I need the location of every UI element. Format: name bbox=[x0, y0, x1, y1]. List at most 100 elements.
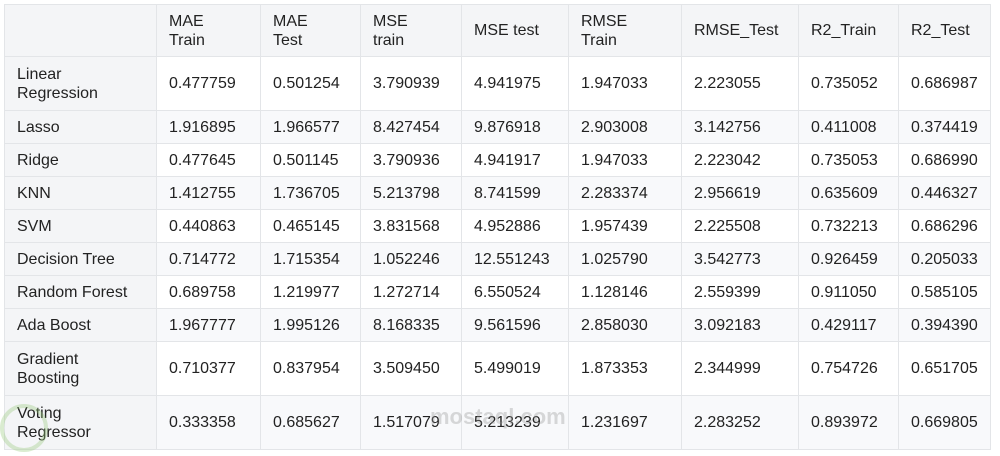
table-cell: 1.966577 bbox=[260, 110, 361, 144]
row-label: Random Forest bbox=[4, 275, 157, 309]
table-cell: 0.440863 bbox=[156, 209, 261, 243]
table-cell: 1.231697 bbox=[568, 395, 682, 450]
table-cell: 3.790936 bbox=[360, 143, 462, 177]
corner-header bbox=[4, 4, 157, 57]
table-cell: 2.903008 bbox=[568, 110, 682, 144]
table-cell: 0.837954 bbox=[260, 341, 361, 396]
table-cell: 0.374419 bbox=[898, 110, 991, 144]
row-label: Lasso bbox=[4, 110, 157, 144]
table-cell: 1.947033 bbox=[568, 56, 682, 111]
table-cell: 2.223042 bbox=[681, 143, 799, 177]
table-cell: 1.272714 bbox=[360, 275, 462, 309]
row-label: SVM bbox=[4, 209, 157, 243]
table-cell: 0.732213 bbox=[798, 209, 899, 243]
table-cell: 1.517079 bbox=[360, 395, 462, 450]
table-cell: 0.501254 bbox=[260, 56, 361, 111]
table-cell: 5.499019 bbox=[461, 341, 569, 396]
table-cell: 0.926459 bbox=[798, 242, 899, 276]
table-cell: 0.205033 bbox=[898, 242, 991, 276]
table-row: Ada Boost 1.967777 1.995126 8.168335 9.56159… bbox=[4, 308, 991, 342]
table-cell: 0.429117 bbox=[798, 308, 899, 342]
table-cell: 0.689758 bbox=[156, 275, 261, 309]
table-cell: 2.559399 bbox=[681, 275, 799, 309]
table-cell: 0.710377 bbox=[156, 341, 261, 396]
column-header: MAE Test bbox=[260, 4, 361, 57]
table-cell: 0.686987 bbox=[898, 56, 991, 111]
table-cell: 3.831568 bbox=[360, 209, 462, 243]
table-row: Decision Tree 0.714772 1.715354 1.052246 12.… bbox=[4, 242, 991, 276]
table-row: SVM 0.440863 0.465145 3.831568 4.952886 1.957… bbox=[4, 209, 991, 243]
row-label: Voting Regressor bbox=[4, 395, 157, 450]
column-header: RMSE Train bbox=[568, 4, 682, 57]
table-cell: 0.477645 bbox=[156, 143, 261, 177]
table-cell: 0.333358 bbox=[156, 395, 261, 450]
row-label: Linear Regression bbox=[4, 56, 157, 111]
table-row: Ridge 0.477645 0.501145 3.790936 4.941917 1.9… bbox=[4, 143, 991, 177]
table-cell: 0.893972 bbox=[798, 395, 899, 450]
table-row: Voting Regressor 0.333358 0.685627 1.517079 5… bbox=[4, 395, 991, 450]
table-cell: 0.465145 bbox=[260, 209, 361, 243]
table-cell: 2.858030 bbox=[568, 308, 682, 342]
table-cell: 4.941975 bbox=[461, 56, 569, 111]
row-label: Ridge bbox=[4, 143, 157, 177]
table-cell: 0.686990 bbox=[898, 143, 991, 177]
column-header: MAE Train bbox=[156, 4, 261, 57]
table-cell: 0.735052 bbox=[798, 56, 899, 111]
table-cell: 9.876918 bbox=[461, 110, 569, 144]
table-cell: 2.344999 bbox=[681, 341, 799, 396]
table-cell: 1.947033 bbox=[568, 143, 682, 177]
column-header: R2_Train bbox=[798, 4, 899, 57]
table-row: KNN 1.412755 1.736705 5.213798 8.741599 2.283… bbox=[4, 176, 991, 210]
table-cell: 0.651705 bbox=[898, 341, 991, 396]
table-cell: 0.394390 bbox=[898, 308, 991, 342]
table-cell: 0.411008 bbox=[798, 110, 899, 144]
table-cell: 2.223055 bbox=[681, 56, 799, 111]
row-label: KNN bbox=[4, 176, 157, 210]
table-cell: 1.219977 bbox=[260, 275, 361, 309]
table-cell: 8.741599 bbox=[461, 176, 569, 210]
table-cell: 0.686296 bbox=[898, 209, 991, 243]
table-cell: 1.715354 bbox=[260, 242, 361, 276]
table-cell: 6.550524 bbox=[461, 275, 569, 309]
table-cell: 0.585105 bbox=[898, 275, 991, 309]
table-cell: 5.213798 bbox=[360, 176, 462, 210]
row-label: Gradient Boosting bbox=[4, 341, 157, 396]
table-cell: 0.477759 bbox=[156, 56, 261, 111]
table-cell: 0.911050 bbox=[798, 275, 899, 309]
table-cell: 2.283374 bbox=[568, 176, 682, 210]
table-cell: 5.213239 bbox=[461, 395, 569, 450]
table-cell: 12.551243 bbox=[461, 242, 569, 276]
table-cell: 1.412755 bbox=[156, 176, 261, 210]
table-cell: 3.142756 bbox=[681, 110, 799, 144]
column-header: RMSE_Test bbox=[681, 4, 799, 57]
table-row: Random Forest 0.689758 1.219977 1.272714 6.5… bbox=[4, 275, 991, 309]
table-cell: 1.916895 bbox=[156, 110, 261, 144]
table-cell: 9.561596 bbox=[461, 308, 569, 342]
table-row: Linear Regression 0.477759 0.501254 3.790939… bbox=[4, 56, 991, 111]
table-cell: 8.427454 bbox=[360, 110, 462, 144]
table-cell: 3.092183 bbox=[681, 308, 799, 342]
table-cell: 0.735053 bbox=[798, 143, 899, 177]
column-header: MSE train bbox=[360, 4, 462, 57]
table-cell: 3.542773 bbox=[681, 242, 799, 276]
row-label: Ada Boost bbox=[4, 308, 157, 342]
table-cell: 0.635609 bbox=[798, 176, 899, 210]
table-cell: 1.995126 bbox=[260, 308, 361, 342]
model-metrics-table: MAE Train MAE Test MSE train MSE test RMSE Train… bbox=[4, 4, 991, 450]
table-cell: 1.025790 bbox=[568, 242, 682, 276]
table-cell: 1.967777 bbox=[156, 308, 261, 342]
table-cell: 4.952886 bbox=[461, 209, 569, 243]
table-cell: 1.736705 bbox=[260, 176, 361, 210]
table-cell: 1.128146 bbox=[568, 275, 682, 309]
table-cell: 2.956619 bbox=[681, 176, 799, 210]
table-cell: 0.501145 bbox=[260, 143, 361, 177]
table-cell: 0.754726 bbox=[798, 341, 899, 396]
table-cell: 2.283252 bbox=[681, 395, 799, 450]
table-cell: 3.790939 bbox=[360, 56, 462, 111]
table-row: Lasso 1.916895 1.966577 8.427454 9.876918 2.9… bbox=[4, 110, 991, 144]
column-header: R2_Test bbox=[898, 4, 991, 57]
table-cell: 1.957439 bbox=[568, 209, 682, 243]
table-cell: 0.714772 bbox=[156, 242, 261, 276]
table-cell: 2.225508 bbox=[681, 209, 799, 243]
header-row: MAE Train MAE Test MSE train MSE test RMSE Train… bbox=[4, 4, 991, 57]
